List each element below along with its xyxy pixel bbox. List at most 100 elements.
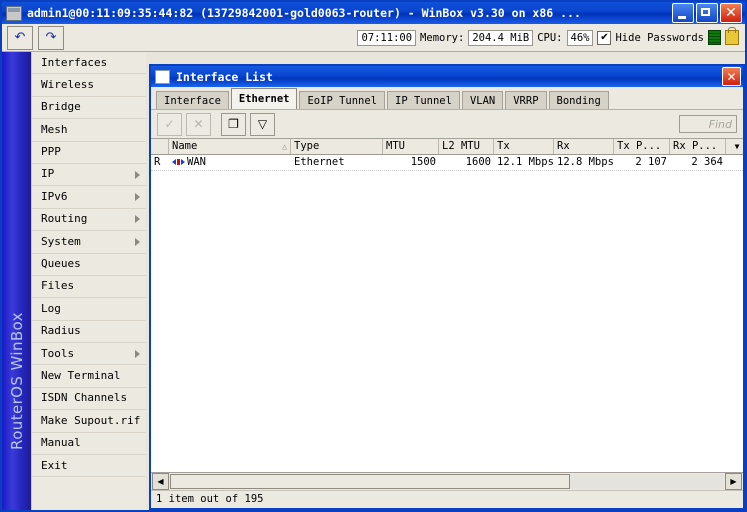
- sidebar: RouterOS WinBox Interfaces Wireless Bridge…: [2, 52, 147, 510]
- minimize-button[interactable]: [672, 3, 694, 23]
- scrollbar-thumb[interactable]: [170, 474, 570, 489]
- page-title: admin1@00:11:09:35:44:82 (13729842001-go…: [27, 6, 581, 20]
- column-header-name[interactable]: Name: [169, 139, 291, 154]
- sidebar-item-radius[interactable]: Radius: [32, 321, 147, 344]
- sidebar-item-new-terminal[interactable]: New Terminal: [32, 365, 147, 388]
- cpu-value: 46%: [566, 29, 594, 46]
- cell-name: WAN: [169, 155, 291, 170]
- sidebar-item-label: IPv6: [41, 189, 68, 203]
- sidebar-item-routing[interactable]: Routing: [32, 209, 147, 232]
- column-header-rx-p-[interactable]: Rx P...: [670, 139, 726, 154]
- status-group: 07:11:00 Memory: 204.4 MiB CPU: 46% ✔ Hi…: [357, 27, 745, 46]
- interface-list-titlebar[interactable]: Interface List ✕: [151, 66, 743, 87]
- chevron-right-icon: [135, 215, 141, 224]
- find-input[interactable]: Find: [679, 115, 737, 133]
- hide-passwords-checkbox[interactable]: ✔: [597, 30, 612, 45]
- sidebar-item-label: Exit: [41, 458, 68, 472]
- cell-l2mtu: 1600: [465, 156, 491, 168]
- disable-button[interactable]: ✕: [186, 112, 211, 136]
- sidebar-item-label: Radius: [41, 324, 81, 338]
- scroll-right-button[interactable]: ▶: [725, 473, 742, 490]
- horizontal-scrollbar[interactable]: ◀ ▶: [151, 472, 743, 490]
- sidebar-item-label: IP: [41, 167, 55, 181]
- column-header-type[interactable]: Type: [291, 139, 383, 154]
- sidebar-item-tools[interactable]: Tools: [32, 343, 147, 366]
- chevron-right-icon: [135, 237, 141, 246]
- close-button[interactable]: ✕: [720, 3, 742, 23]
- column-menu-icon[interactable]: ▼: [728, 139, 743, 154]
- scrollbar-track[interactable]: [170, 474, 724, 489]
- scroll-left-button[interactable]: ◀: [152, 473, 169, 490]
- uptime-clock: 07:11:00: [357, 29, 417, 46]
- sidebar-item-label: Routing: [41, 212, 88, 226]
- sidebar-item-label: Files: [41, 279, 75, 293]
- sidebar-item-label: Make Supout.rif: [41, 413, 141, 427]
- interface-list-window: Interface List ✕ Interface Ethernet EoIP T…: [149, 64, 745, 510]
- sidebar-item-isdn-channels[interactable]: ISDN Channels: [32, 388, 147, 411]
- tab-vrrp[interactable]: VRRP: [505, 91, 547, 109]
- sidebar-item-ppp[interactable]: PPP: [32, 142, 147, 164]
- column-header-tx[interactable]: Tx: [494, 139, 554, 154]
- sidebar-item-ip[interactable]: IP: [32, 164, 147, 187]
- interface-list-title: Interface List: [176, 69, 273, 84]
- tab-vlan[interactable]: VLAN: [461, 91, 504, 109]
- table-body: R WAN Ethernet 1500 1600 12.1 Mbps 12.8 Mbps 2 …: [151, 155, 743, 472]
- enable-button[interactable]: ✓: [157, 112, 182, 136]
- sidebar-item-bridge[interactable]: Bridge: [32, 97, 147, 120]
- interface-list-icon: [155, 69, 170, 84]
- sidebar-item-make-supout-rif[interactable]: Make Supout.rif: [32, 410, 147, 433]
- tab-ethernet[interactable]: Ethernet: [230, 88, 298, 109]
- main-toolbar: ↶ ↷ 07:11:00 Memory: 204.4 MiB CPU: 46% …: [2, 24, 745, 52]
- column-header-flags[interactable]: [151, 139, 169, 154]
- sidebar-item-queues[interactable]: Queues: [32, 254, 147, 276]
- detail-mode-button[interactable]: ❐: [221, 112, 246, 136]
- sidebar-brand-strip: RouterOS WinBox: [2, 52, 31, 510]
- filter-button[interactable]: ▽: [250, 112, 275, 136]
- tab-eoip-tunnel[interactable]: EoIP Tunnel: [299, 91, 386, 109]
- sidebar-item-label: Queues: [41, 257, 81, 271]
- redo-button[interactable]: ↷: [38, 25, 64, 50]
- interface-list-close-button[interactable]: ✕: [722, 67, 741, 86]
- sidebar-item-exit[interactable]: Exit: [32, 455, 147, 478]
- sidebar-item-files[interactable]: Files: [32, 276, 147, 299]
- sidebar-item-manual[interactable]: Manual: [32, 433, 147, 456]
- chevron-right-icon: [135, 193, 141, 202]
- window-icon: [6, 5, 22, 21]
- column-header-rx[interactable]: Rx: [554, 139, 614, 154]
- column-header-tx-p-[interactable]: Tx P...: [614, 139, 670, 154]
- cell-rx: 12.8 Mbps: [557, 156, 614, 168]
- sidebar-item-system[interactable]: System: [32, 231, 147, 254]
- sidebar-item-wireless[interactable]: Wireless: [32, 74, 147, 97]
- cell-tx-packets: 2 107: [635, 156, 667, 168]
- table-row[interactable]: R WAN Ethernet 1500 1600 12.1 Mbps 12.8 Mbps 2 …: [151, 155, 743, 171]
- column-header-mtu[interactable]: MTU: [383, 139, 439, 154]
- sidebar-item-ipv6[interactable]: IPv6: [32, 186, 147, 209]
- cell-tx: 12.1 Mbps: [497, 156, 554, 168]
- memory-label: Memory:: [420, 31, 465, 44]
- column-header-l2-mtu[interactable]: L2 MTU: [439, 139, 494, 154]
- sidebar-item-log[interactable]: Log: [32, 298, 147, 321]
- sidebar-item-label: New Terminal: [41, 368, 121, 382]
- undo-button[interactable]: ↶: [7, 25, 33, 50]
- sidebar-item-label: ISDN Channels: [41, 391, 128, 405]
- session-indicator-icon: [708, 30, 721, 45]
- brand-label: RouterOS WinBox: [7, 312, 26, 450]
- cell-rx-packets: 2 364: [691, 156, 723, 168]
- interface-table: NameTypeMTUL2 MTUTxRxTx P...Rx P...▼ R WA…: [151, 138, 743, 472]
- interface-list-toolbar: ✓ ✕ ❐ ▽ Find: [151, 110, 743, 138]
- cell-type: Ethernet: [294, 156, 345, 168]
- tab-ip-tunnel[interactable]: IP Tunnel: [387, 91, 460, 109]
- tab-interface[interactable]: Interface: [156, 91, 229, 109]
- chevron-right-icon: [135, 349, 141, 358]
- interface-list-tabs: Interface Ethernet EoIP Tunnel IP Tunnel VLA…: [151, 87, 743, 110]
- sidebar-item-label: PPP: [41, 145, 61, 159]
- sidebar-item-label: Mesh: [41, 122, 68, 136]
- chevron-right-icon: [135, 170, 141, 179]
- maximize-button[interactable]: [696, 3, 718, 23]
- tab-bonding[interactable]: Bonding: [548, 91, 609, 109]
- memory-value: 204.4 MiB: [468, 29, 534, 46]
- sidebar-item-mesh[interactable]: Mesh: [32, 119, 147, 142]
- sidebar-item-interfaces[interactable]: Interfaces: [32, 52, 147, 75]
- sidebar-item-label: Interfaces: [41, 55, 108, 69]
- table-header-row: NameTypeMTUL2 MTUTxRxTx P...Rx P...▼: [151, 139, 743, 155]
